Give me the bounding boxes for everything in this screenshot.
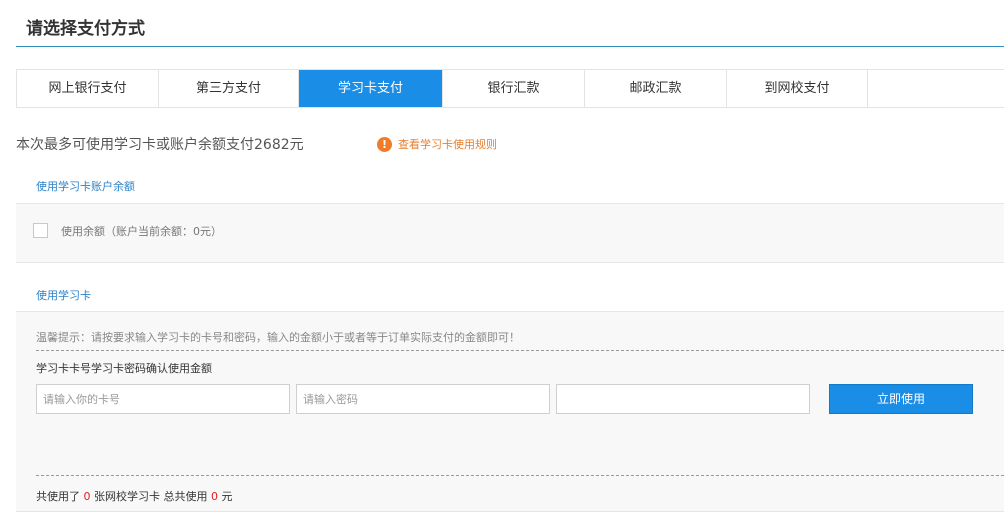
card-column-headers: 学习卡卡号学习卡密码确认使用金额 [36, 362, 212, 375]
card-section-label: 使用学习卡 [36, 289, 91, 302]
tab-5[interactable]: 到网校支付 [726, 70, 868, 107]
tab-0[interactable]: 网上银行支付 [16, 70, 158, 107]
card-tip: 温馨提示：请按要求输入学习卡的卡号和密码，输入的金额小于或者等于订单实际支付的金… [36, 331, 520, 344]
warning-icon: ! [377, 136, 392, 152]
tab-1[interactable]: 第三方支付 [158, 70, 298, 107]
tab-4[interactable]: 邮政汇款 [584, 70, 726, 107]
use-amount-input[interactable] [556, 384, 810, 414]
summary-middle: 张网校学习卡 总共使用 [94, 490, 208, 503]
use-balance-checkbox[interactable] [33, 223, 48, 238]
page-title: 请选择支付方式 [26, 19, 145, 39]
summary-divider [36, 475, 1004, 476]
tab-3[interactable]: 银行汇款 [442, 70, 584, 107]
use-now-button[interactable]: 立即使用 [829, 384, 973, 414]
tip-divider [36, 350, 1004, 351]
card-count: 0 [83, 490, 91, 503]
summary-suffix: 元 [221, 490, 233, 503]
balance-panel: 使用余额（账户当前余额：0元） [16, 203, 1004, 263]
study-card-panel: 温馨提示：请按要求输入学习卡的卡号和密码，输入的金额小于或者等于订单实际支付的金… [16, 311, 1004, 512]
title-divider [16, 46, 1004, 47]
card-rules-link[interactable]: ! 查看学习卡使用规则 [377, 136, 497, 152]
payment-limit-notice: 本次最多可使用学习卡或账户余额支付2682元 [16, 137, 304, 153]
card-rules-link-label: 查看学习卡使用规则 [398, 138, 497, 151]
total-amount: 0 [211, 490, 218, 503]
tab-2[interactable]: 学习卡支付 [298, 70, 442, 107]
summary-prefix: 共使用了 [36, 490, 80, 503]
balance-section-label: 使用学习卡账户余额 [36, 180, 135, 193]
payment-method-tabs: 网上银行支付 第三方支付 学习卡支付 银行汇款 邮政汇款 到网校支付 [16, 69, 1004, 108]
card-password-input[interactable] [296, 384, 550, 414]
use-balance-label: 使用余额（账户当前余额：0元） [61, 225, 222, 238]
usage-summary: 共使用了 0 张网校学习卡 总共使用 0 元 [36, 488, 233, 504]
card-number-input[interactable] [36, 384, 290, 414]
